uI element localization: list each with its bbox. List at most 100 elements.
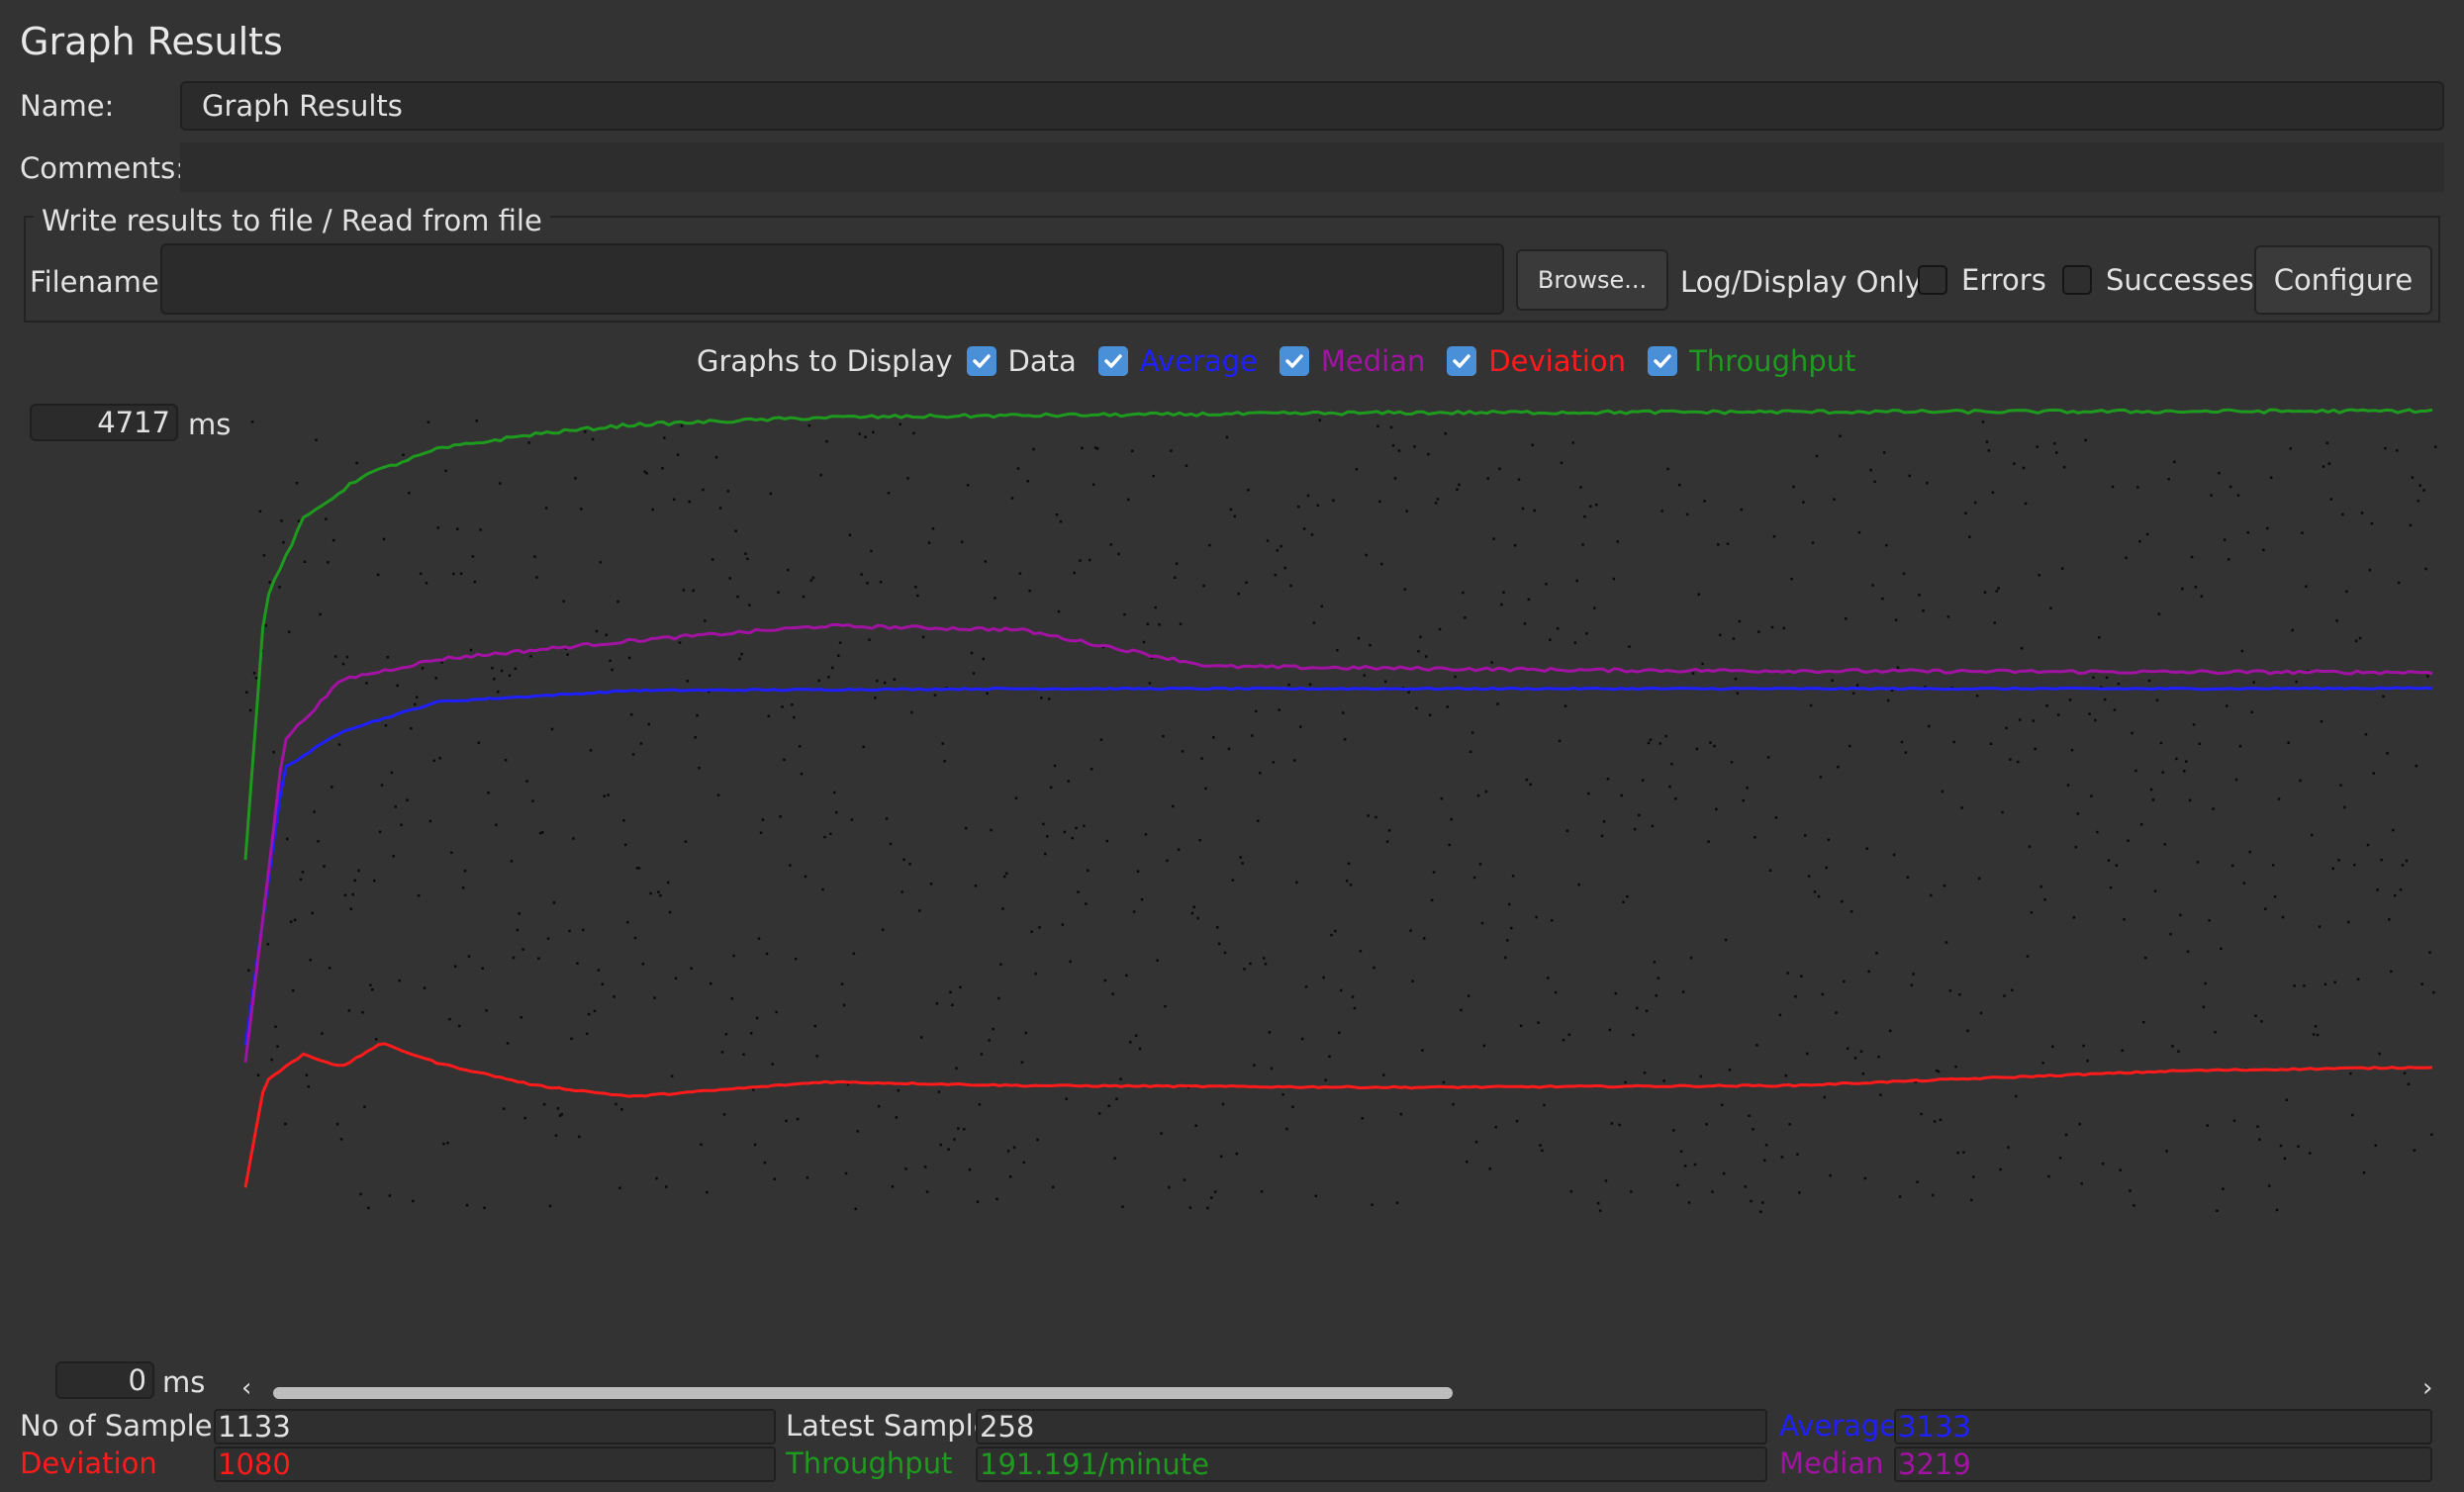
data-point xyxy=(781,705,784,708)
data-point xyxy=(378,830,382,833)
graph-option-average[interactable]: Average xyxy=(1097,344,1258,378)
data-point xyxy=(1010,497,1014,500)
graph-option-deviation[interactable]: Deviation xyxy=(1447,344,1626,378)
data-point xyxy=(493,678,496,681)
data-point xyxy=(1958,993,1961,996)
data-point xyxy=(2127,839,2130,842)
horizontal-scrollbar[interactable]: ‹ › xyxy=(237,1373,2448,1405)
data-point xyxy=(1948,989,1952,992)
data-point xyxy=(953,1138,956,1141)
data-point xyxy=(535,576,538,579)
data-point xyxy=(1415,706,1418,709)
data-point xyxy=(2003,994,2006,997)
successes-checkbox[interactable] xyxy=(2062,265,2092,295)
scrollbar-thumb[interactable] xyxy=(273,1387,1453,1399)
graph-option-checkbox[interactable] xyxy=(1648,346,1678,376)
data-point xyxy=(2057,713,2060,716)
errors-checkbox[interactable] xyxy=(1918,265,1947,295)
data-point xyxy=(1697,593,1700,596)
scroll-right-icon[interactable]: › xyxy=(2422,1373,2432,1403)
data-point xyxy=(2064,1133,2068,1137)
errors-label: Errors xyxy=(1961,263,2046,297)
data-point xyxy=(629,713,633,716)
data-point xyxy=(315,438,318,441)
data-point xyxy=(1087,869,1090,873)
data-point xyxy=(2285,1098,2289,1101)
data-point xyxy=(753,1143,757,1147)
data-point xyxy=(1770,625,1774,629)
data-point xyxy=(1470,731,1474,734)
data-point xyxy=(891,1185,895,1188)
graph-option-data[interactable]: Data xyxy=(966,344,1077,378)
graph-option-checkbox[interactable] xyxy=(1447,346,1477,376)
data-point xyxy=(1006,1150,1010,1153)
name-input[interactable]: Graph Results xyxy=(180,81,2444,131)
data-point xyxy=(1666,467,1669,471)
data-point xyxy=(1889,1029,1892,1033)
data-point xyxy=(1486,477,1489,480)
check-icon xyxy=(1654,354,1671,368)
data-point xyxy=(508,674,512,677)
data-point xyxy=(1608,1028,1612,1032)
data-point xyxy=(872,430,875,434)
data-point xyxy=(1440,796,1444,800)
data-point xyxy=(584,430,587,433)
data-point xyxy=(688,500,691,504)
graph-option-label: Average xyxy=(1139,344,1258,378)
scroll-left-icon[interactable]: ‹ xyxy=(241,1373,251,1403)
data-point xyxy=(655,1176,658,1180)
data-point xyxy=(2238,744,2242,748)
data-point xyxy=(1918,594,1921,597)
data-point xyxy=(1728,1069,1732,1072)
graph-option-throughput[interactable]: Throughput xyxy=(1648,344,1856,378)
data-point xyxy=(495,823,498,826)
data-point xyxy=(852,952,856,955)
data-point xyxy=(1859,1050,1863,1053)
data-point xyxy=(1342,711,1345,714)
data-point xyxy=(885,817,889,820)
data-point xyxy=(546,937,550,940)
data-point xyxy=(286,837,289,841)
data-point xyxy=(1902,572,1906,576)
graph-option-checkbox[interactable] xyxy=(1279,346,1309,376)
data-point xyxy=(2283,1157,2287,1161)
data-point xyxy=(1861,1072,1865,1075)
data-point xyxy=(1987,449,1991,452)
filename-input[interactable] xyxy=(160,243,1504,315)
data-point xyxy=(1464,616,1467,619)
data-point xyxy=(597,969,601,972)
data-point xyxy=(432,759,435,763)
graph-option-checkbox[interactable] xyxy=(1097,346,1128,376)
data-point xyxy=(2281,915,2285,919)
data-point xyxy=(1707,840,1710,843)
successes-checkbox-row[interactable]: Successes xyxy=(2062,263,2254,297)
data-point xyxy=(568,929,571,933)
errors-checkbox-row[interactable]: Errors xyxy=(1918,263,2046,297)
data-point xyxy=(668,910,672,914)
data-point xyxy=(2420,982,2423,985)
graph-option-median[interactable]: Median xyxy=(1279,344,1425,378)
data-point xyxy=(264,623,267,627)
data-point xyxy=(825,439,828,443)
throughput-label: Throughput xyxy=(786,1446,953,1480)
data-point xyxy=(349,907,352,910)
data-point xyxy=(787,568,790,572)
scale-min-field[interactable]: 0 xyxy=(55,1361,154,1399)
data-point xyxy=(2289,447,2292,450)
data-point xyxy=(2131,731,2133,735)
data-point xyxy=(1691,672,1695,675)
data-point xyxy=(1734,677,1738,681)
data-point xyxy=(2032,719,2036,722)
browse-button[interactable]: Browse... xyxy=(1516,249,1668,311)
data-point xyxy=(684,840,688,843)
comments-input[interactable] xyxy=(180,142,2444,192)
data-point xyxy=(1658,742,1661,745)
data-point xyxy=(835,810,838,814)
data-point xyxy=(2329,498,2332,501)
data-point xyxy=(392,855,395,858)
configure-button[interactable]: Configure xyxy=(2254,245,2432,315)
data-point xyxy=(1077,890,1080,893)
scale-max-field[interactable]: 4717 xyxy=(30,404,178,441)
data-point xyxy=(2196,861,2200,864)
graph-option-checkbox[interactable] xyxy=(966,346,996,376)
